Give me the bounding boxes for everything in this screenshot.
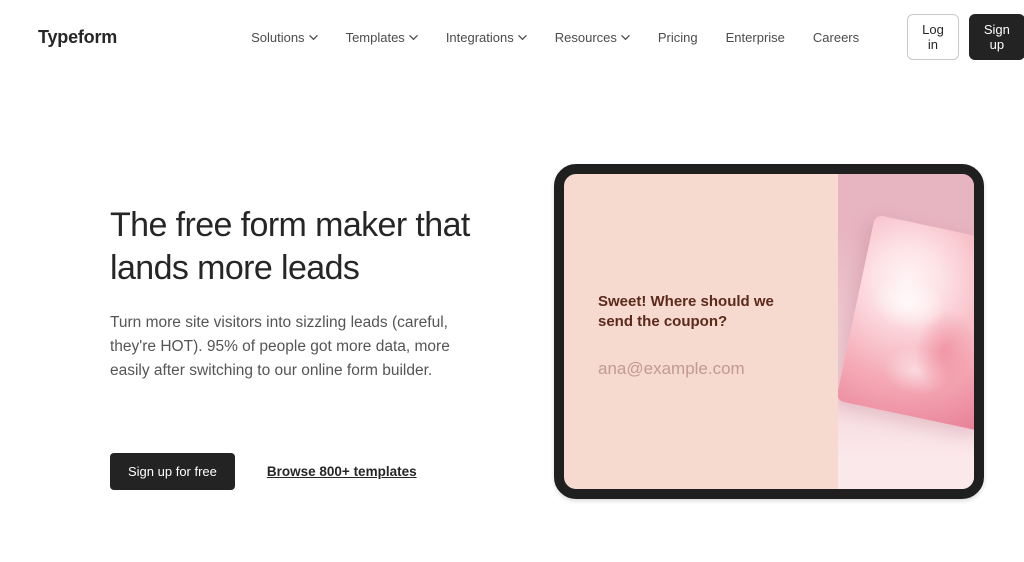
email-input-placeholder: ana@example.com <box>598 359 832 379</box>
nav-label: Resources <box>555 30 617 45</box>
chevron-down-icon <box>621 33 630 42</box>
nav-solutions[interactable]: Solutions <box>251 30 317 45</box>
soap-swirl <box>838 214 976 431</box>
nav-resources[interactable]: Resources <box>555 30 630 45</box>
signup-free-button[interactable]: Sign up for free <box>110 453 235 490</box>
chevron-down-icon <box>409 33 418 42</box>
hero-headline: The free form maker that lands more lead… <box>110 204 510 289</box>
login-button[interactable]: Log in <box>907 14 959 60</box>
soap-illustration <box>838 214 976 431</box>
browse-templates-link[interactable]: Browse 800+ templates <box>267 464 417 479</box>
hero-copy: The free form maker that lands more lead… <box>110 174 510 562</box>
nav-enterprise[interactable]: Enterprise <box>726 30 785 45</box>
nav-label: Enterprise <box>726 30 785 45</box>
site-header: Typeform Solutions Templates Integration… <box>0 0 1024 74</box>
nav-pricing[interactable]: Pricing <box>658 30 698 45</box>
nav-templates[interactable]: Templates <box>346 30 418 45</box>
signup-button[interactable]: Sign up <box>969 14 1024 60</box>
form-question: Sweet! Where should we send the coupon? <box>598 292 788 333</box>
tablet-form-area: Sweet! Where should we send the coupon? … <box>564 174 838 489</box>
tablet-image <box>838 174 976 489</box>
tablet-screen: Sweet! Where should we send the coupon? … <box>564 174 974 489</box>
tablet-mockup: Sweet! Where should we send the coupon? … <box>554 164 984 499</box>
nav-careers[interactable]: Careers <box>813 30 859 45</box>
nav-label: Integrations <box>446 30 514 45</box>
nav-label: Careers <box>813 30 859 45</box>
chevron-down-icon <box>518 33 527 42</box>
hero-cta-group: Sign up for free Browse 800+ templates <box>110 453 510 490</box>
nav-label: Pricing <box>658 30 698 45</box>
auth-buttons: Log in Sign up <box>907 14 1024 60</box>
nav-label: Templates <box>346 30 405 45</box>
brand-logo[interactable]: Typeform <box>38 27 117 48</box>
hero-section: The free form maker that lands more lead… <box>0 74 1024 562</box>
nav-label: Solutions <box>251 30 304 45</box>
nav-integrations[interactable]: Integrations <box>446 30 527 45</box>
main-nav: Solutions Templates Integrations Resourc… <box>251 30 859 45</box>
hero-subtext: Turn more site visitors into sizzling le… <box>110 311 490 383</box>
chevron-down-icon <box>309 33 318 42</box>
